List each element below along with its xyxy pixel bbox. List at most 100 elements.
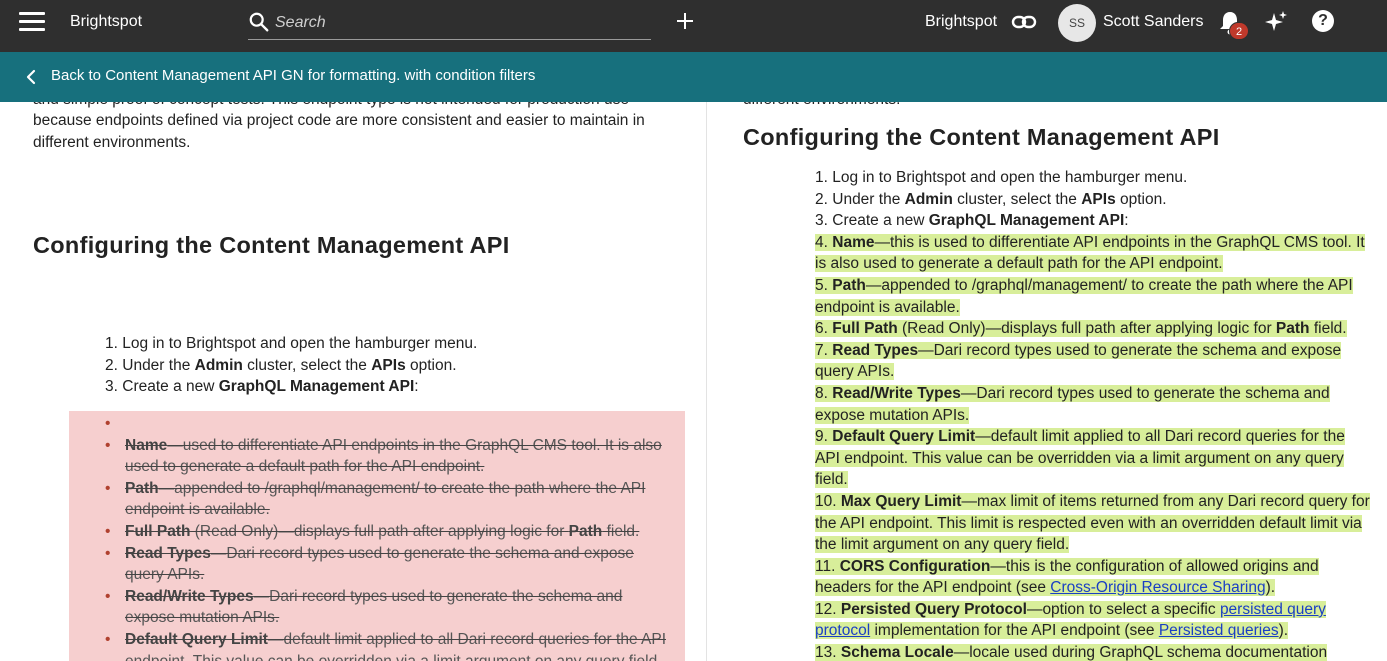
list-text-bold: GraphQL Management API xyxy=(218,378,415,396)
link-icon[interactable] xyxy=(1011,11,1037,33)
avatar[interactable]: SS xyxy=(1058,4,1096,42)
list-number: 1. xyxy=(815,169,828,186)
intro-paragraph-line: because endpoints defined via project co… xyxy=(33,112,645,129)
list-text: option. xyxy=(1115,190,1167,208)
inserted-highlight: 6. Full Path (Read Only)—displays full p… xyxy=(815,320,1347,338)
list-text: Create a new xyxy=(122,378,219,396)
field-description: ). xyxy=(1265,579,1276,597)
field-description: (Read Only)—displays full path after app… xyxy=(897,320,1276,338)
inserted-highlight: 5. Path—appended to /graphql/management/… xyxy=(815,276,1353,316)
field-name: Path xyxy=(568,522,603,540)
notification-count-badge: 2 xyxy=(1229,22,1249,40)
field-description: —used to differentiate API endpoints in … xyxy=(125,436,662,476)
brand-name[interactable]: Brightspot xyxy=(70,13,142,31)
list-number: 3. xyxy=(105,378,118,396)
list-text-bold: Admin xyxy=(904,190,953,208)
inserted-highlight: 4. Name—this is used to differentiate AP… xyxy=(815,233,1365,273)
field-name: Full Path xyxy=(125,522,191,540)
search-input[interactable] xyxy=(275,12,645,34)
field-description: (Read Only)—displays full path after app… xyxy=(190,522,569,540)
field-name: Path xyxy=(832,276,866,294)
inserted-highlight: 8. Read/Write Types—Dari record types us… xyxy=(815,384,1330,424)
list-number: 3. xyxy=(815,212,828,230)
list-item xyxy=(105,413,670,435)
persisted-queries-link[interactable]: Persisted queries xyxy=(1159,622,1279,639)
ai-sparkle-icon[interactable] xyxy=(1264,10,1288,34)
field-name: Name xyxy=(832,233,875,251)
back-navigation-bar[interactable]: Back to Content Management API GN for fo… xyxy=(0,52,1387,102)
list-item: Default Query Limit—default limit applie… xyxy=(105,629,670,661)
list-number: 4. xyxy=(815,233,828,251)
list-text-bold: APIs xyxy=(371,356,406,374)
search-icon xyxy=(249,12,269,32)
field-name: Read Types xyxy=(125,544,211,562)
search-bar xyxy=(248,8,651,40)
list-number: 5. xyxy=(815,276,828,294)
list-number: 9. xyxy=(815,428,828,446)
list-item: 8. Read/Write Types—Dari record types us… xyxy=(815,383,1371,426)
list-number: 2. xyxy=(105,356,118,374)
field-name: Default Query Limit xyxy=(832,428,976,446)
help-icon[interactable]: ? xyxy=(1312,10,1334,32)
list-item: 3. Create a new GraphQL Management API: xyxy=(105,376,685,398)
field-name: Default Query Limit xyxy=(125,630,268,648)
list-item: Full Path (Read Only)—displays full path… xyxy=(105,521,670,543)
field-name: Read Types xyxy=(832,341,919,359)
list-number: 12. xyxy=(815,600,837,618)
list-item: 2. Under the Admin cluster, select the A… xyxy=(815,189,1371,211)
list-number: 6. xyxy=(815,320,828,338)
list-number: 13. xyxy=(815,644,837,661)
field-name: Name xyxy=(125,436,168,454)
list-text-bold: GraphQL Management API xyxy=(928,212,1125,230)
inserted-highlight: 9. Default Query Limit—default limit app… xyxy=(815,428,1345,489)
list-item: Read Types—Dari record types used to gen… xyxy=(105,543,670,586)
list-text: option. xyxy=(405,356,457,374)
field-name: Persisted Query Protocol xyxy=(840,600,1027,618)
cors-link[interactable]: Cross-Origin Resource Sharing xyxy=(1050,579,1265,596)
field-description: —appended to /graphql/management/ to cre… xyxy=(815,276,1353,316)
hamburger-menu-icon[interactable] xyxy=(19,12,45,32)
field-name: Path xyxy=(1275,320,1310,338)
list-text: Log in to Brightspot and open the hambur… xyxy=(832,169,1188,186)
list-number: 1. xyxy=(105,335,118,352)
top-navigation-bar: Brightspot Brightspot SS Scott Sanders 2… xyxy=(0,0,1387,52)
field-name: Path xyxy=(125,479,159,497)
list-text: cluster, select the xyxy=(242,356,372,374)
inserted-highlight: 13. Schema Locale—locale used during Gra… xyxy=(815,644,1328,661)
list-item: 1. Log in to Brightspot and open the ham… xyxy=(815,167,1371,189)
list-item: 1. Log in to Brightspot and open the ham… xyxy=(105,333,685,355)
section-heading: Configuring the Content Management API xyxy=(743,124,1220,150)
list-item: 9. Default Query Limit—default limit app… xyxy=(815,426,1371,491)
list-item: 2. Under the Admin cluster, select the A… xyxy=(105,355,685,377)
list-text: Create a new xyxy=(832,212,929,230)
list-item: Name—used to differentiate API endpoints… xyxy=(105,435,670,478)
list-number: 2. xyxy=(815,190,828,208)
inserted-highlight: 12. Persisted Query Protocol—option to s… xyxy=(815,600,1326,640)
inserted-highlight: 11. CORS Configuration—this is the confi… xyxy=(815,557,1319,597)
list-item: 3. Create a new GraphQL Management API: xyxy=(815,210,1371,232)
back-link[interactable]: Back to Content Management API GN for fo… xyxy=(51,67,535,84)
user-name[interactable]: Scott Sanders xyxy=(1103,13,1204,31)
list-number: 8. xyxy=(815,384,828,402)
steps-list: 1. Log in to Brightspot and open the ham… xyxy=(105,333,685,398)
field-description: field. xyxy=(602,522,640,540)
field-name: Max Query Limit xyxy=(840,492,962,510)
list-item: 6. Full Path (Read Only)—displays full p… xyxy=(815,318,1371,340)
list-text: Under the xyxy=(122,356,195,374)
site-switcher[interactable]: Brightspot xyxy=(925,13,997,31)
deleted-fields-list: Name—used to differentiate API endpoints… xyxy=(105,413,670,661)
add-icon[interactable] xyxy=(674,10,696,32)
field-name: Read/Write Types xyxy=(832,384,961,402)
field-name: Full Path xyxy=(832,320,898,338)
list-item: 13. Schema Locale—locale used during Gra… xyxy=(815,642,1371,661)
list-item: 11. CORS Configuration—this is the confi… xyxy=(815,556,1371,599)
list-item: 4. Name—this is used to differentiate AP… xyxy=(815,232,1371,275)
list-text: Log in to Brightspot and open the hambur… xyxy=(122,335,478,352)
chevron-left-icon[interactable] xyxy=(24,69,38,85)
list-item: 7. Read Types—Dari record types used to … xyxy=(815,340,1371,383)
list-item: Path—appended to /graphql/management/ to… xyxy=(105,478,670,521)
field-description: field. xyxy=(1309,320,1347,338)
list-item: Read/Write Types—Dari record types used … xyxy=(105,586,670,629)
list-number: 7. xyxy=(815,341,828,359)
list-text-bold: Admin xyxy=(194,356,243,374)
